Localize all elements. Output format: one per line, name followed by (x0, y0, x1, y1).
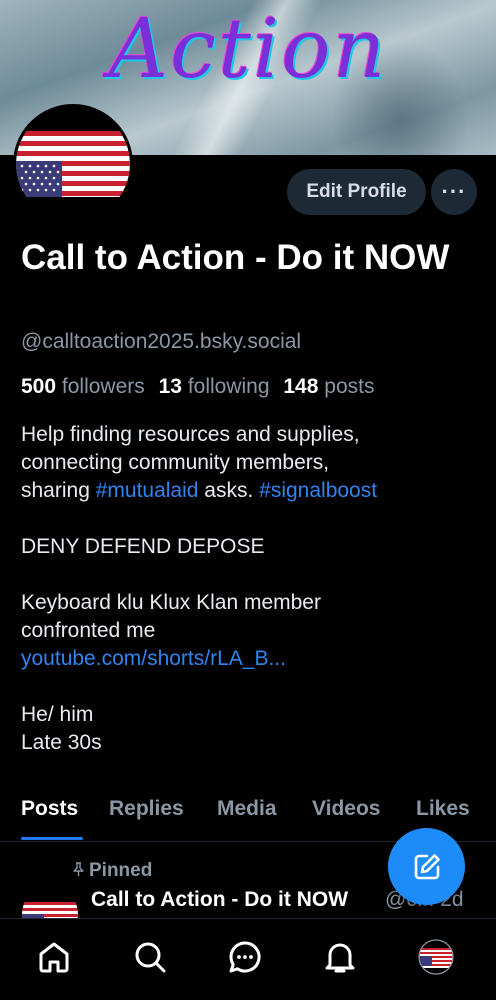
bio-line: He/ him (21, 703, 94, 726)
bio-line: sharing #mutualaid asks. #signalboost (21, 477, 481, 505)
tab-posts[interactable]: Posts (21, 797, 78, 821)
profile-bio: Help finding resources and supplies, con… (21, 421, 481, 757)
pinned-indicator: Pinned (72, 860, 152, 882)
home-icon (39, 942, 69, 973)
followers-count: 500 (21, 375, 57, 398)
banner-title: Action (108, 2, 388, 97)
bio-line: DENY DEFEND DEPOSE (21, 535, 265, 558)
bio-line: confronted me (21, 619, 156, 642)
bio-line: Late 30s (21, 731, 102, 754)
profile-display-name: Call to Action - Do it NOW (21, 238, 450, 277)
active-tab-indicator (21, 837, 83, 840)
followers-label: followers (61, 375, 145, 398)
pin-icon (72, 862, 85, 879)
bio-line: Help finding resources and supplies, (21, 423, 360, 446)
nav-chat[interactable] (225, 937, 265, 977)
tab-likes[interactable]: Likes (416, 797, 470, 821)
compose-button[interactable] (388, 828, 465, 905)
profile-stats: 500 followers 13 following 148 posts (21, 375, 374, 399)
tab-videos[interactable]: Videos (312, 797, 380, 821)
bio-line: connecting community members, (21, 451, 330, 474)
us-flag-avatar (16, 107, 130, 221)
posts-label: posts (324, 375, 375, 398)
search-icon (135, 942, 166, 973)
following-count: 13 (158, 375, 182, 398)
profile-avatar-icon (418, 939, 454, 975)
bio-youtube-link[interactable]: youtube.com/shorts/rLA_B... (21, 647, 286, 670)
nav-search[interactable] (130, 937, 170, 977)
posts-count: 148 (283, 375, 319, 398)
nav-notifications[interactable] (320, 937, 360, 977)
profile-avatar[interactable] (13, 104, 133, 224)
profile-handle: @calltoaction2025.bsky.social (21, 330, 302, 353)
following-label: following (187, 375, 270, 398)
tab-replies[interactable]: Replies (109, 797, 184, 821)
compose-icon (414, 853, 440, 879)
pinned-label: Pinned (89, 860, 153, 881)
nav-home[interactable] (34, 937, 74, 977)
bio-text: asks. (198, 479, 260, 502)
tab-media[interactable]: Media (217, 797, 277, 821)
bottom-navigation (0, 918, 496, 1000)
nav-profile[interactable] (416, 937, 456, 977)
hashtag-signalboost[interactable]: #signalboost (259, 479, 377, 502)
bio-text: sharing (21, 479, 96, 502)
bio-line: Keyboard klu Klux Klan member (21, 591, 321, 614)
post-author-name[interactable]: Call to Action - Do it NOW (91, 888, 348, 912)
hashtag-mutualaid[interactable]: #mutualaid (96, 479, 199, 502)
bell-icon (325, 943, 355, 973)
chat-icon (229, 941, 261, 973)
edit-profile-button[interactable]: Edit Profile (287, 169, 426, 215)
bio-link-line: youtube.com/shorts/rLA_B... (21, 645, 481, 673)
more-options-button[interactable]: ··· (431, 169, 477, 215)
following-link[interactable]: 13 following (159, 375, 270, 398)
posts-stat: 148 posts (283, 375, 374, 398)
followers-link[interactable]: 500 followers (21, 375, 145, 398)
